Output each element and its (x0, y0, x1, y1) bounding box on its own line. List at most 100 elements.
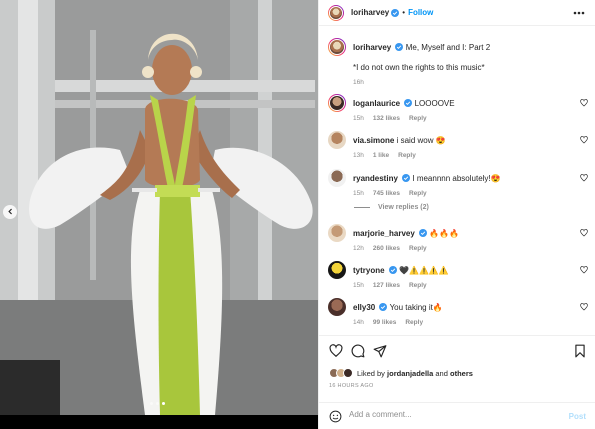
author-avatar[interactable] (328, 4, 344, 21)
reply-button[interactable]: Reply (409, 245, 427, 252)
heart-icon[interactable] (580, 99, 588, 109)
comment-text: i said wow 😍 (396, 136, 446, 145)
chevron-left-icon (7, 208, 14, 217)
comment-avatar[interactable] (328, 94, 346, 112)
comment-icon[interactable] (351, 344, 365, 360)
comment-username[interactable]: marjorie_harvey (353, 229, 415, 238)
comment-avatar[interactable] (328, 224, 346, 242)
share-icon[interactable] (373, 344, 387, 360)
comment-body: marjorie_harvey 🔥🔥🔥 12h 260 likes Reply (353, 228, 568, 254)
verified-icon (419, 229, 428, 237)
heart-icon[interactable] (580, 229, 588, 239)
comment-age: 13h (353, 152, 364, 159)
more-icon[interactable] (573, 8, 585, 17)
liker-avatar (343, 368, 353, 378)
comment-age: 12h (353, 245, 364, 252)
comment-text: You taking it🔥 (389, 303, 443, 312)
comment-avatar[interactable] (328, 131, 346, 149)
comment-meta: 15h 127 likes Reply (353, 280, 568, 291)
comment-body: tytryone 🖤⚠️⚠️⚠️⚠️ 15h 127 likes Reply (353, 265, 568, 291)
post-button[interactable]: Post (569, 412, 586, 421)
post-header: loriharvey • Follow (319, 0, 595, 26)
comment-username[interactable]: ryandestiny (353, 174, 398, 183)
comment-age: 14h (353, 319, 364, 326)
reply-button[interactable]: Reply (405, 319, 423, 326)
separator: • (402, 8, 406, 17)
photo-illustration (0, 0, 318, 415)
verified-icon (395, 43, 404, 51)
comment-likes[interactable]: 99 likes (373, 319, 397, 326)
comment-meta: 13h 1 like Reply (353, 150, 568, 161)
liked-by-and: and (435, 368, 448, 378)
caption-meta: 16h (353, 77, 568, 88)
caption-username[interactable]: loriharvey (353, 43, 391, 52)
post-media[interactable] (0, 0, 318, 429)
comment-text: LOOOOVE (414, 99, 455, 108)
comment-likes[interactable]: 260 likes (373, 245, 400, 252)
heart-icon[interactable] (329, 344, 343, 360)
comment-meta: 15h 745 likes Reply (353, 188, 568, 199)
post-panel: loriharvey • Follow loriharvey Me, Mysel… (318, 0, 595, 429)
comment-body: ryandestiny I meannnn absolutely!😍 15h 74… (353, 173, 568, 199)
comment-username[interactable]: via.simone (353, 136, 394, 145)
bookmark-icon[interactable] (574, 344, 586, 360)
caption-note: *I do not own the rights to this music* (353, 63, 485, 72)
author-username[interactable]: loriharvey (351, 8, 389, 17)
comment-body: elly30 You taking it🔥 14h 99 likes Reply (353, 302, 568, 328)
comment-body: via.simone i said wow 😍 13h 1 like Reply (353, 135, 568, 161)
comment-age: 15h (353, 115, 364, 122)
follow-button[interactable]: Follow (408, 8, 433, 17)
comment-likes[interactable]: 745 likes (373, 190, 400, 197)
comment-age: 15h (353, 282, 364, 289)
comment-age: 15h (353, 190, 364, 197)
carousel-dot (150, 402, 153, 405)
comment-body: loganlaurice LOOOOVE 15h 132 likes Reply (353, 98, 568, 124)
comment-likes[interactable]: 1 like (373, 152, 389, 159)
comment-avatar[interactable] (328, 261, 346, 279)
reply-button[interactable]: Reply (409, 282, 427, 289)
caption-avatar[interactable] (328, 38, 346, 56)
comments-list[interactable]: loriharvey Me, Myself and I: Part 2 *I d… (319, 30, 595, 335)
comment-username[interactable]: tytryone (353, 266, 385, 275)
caption-age: 16h (353, 79, 364, 86)
comment-text: I meannnn absolutely!😍 (412, 174, 501, 183)
comment-username[interactable]: elly30 (353, 303, 375, 312)
carousel-dots (150, 402, 165, 405)
add-comment-bar: Post (319, 402, 595, 429)
liked-by-user[interactable]: jordanjadella (387, 369, 433, 378)
view-replies-label: View replies (2) (378, 204, 429, 211)
comment-input[interactable] (349, 410, 549, 419)
verified-icon (404, 99, 413, 107)
liked-by: Liked by jordanjadella and others (329, 368, 473, 378)
post-actions: Liked by jordanjadella and others 16 HOU… (319, 335, 595, 429)
reply-button[interactable]: Reply (409, 190, 427, 197)
reply-button[interactable]: Reply (409, 115, 427, 122)
post-photo (0, 0, 318, 415)
verified-icon (388, 266, 397, 274)
previous-button[interactable] (3, 205, 17, 219)
comment-avatar[interactable] (328, 169, 346, 187)
liked-by-others[interactable]: others (450, 369, 473, 378)
post-timestamp: 16 HOURS AGO (329, 383, 374, 389)
reply-button[interactable]: Reply (398, 152, 416, 159)
carousel-dot (156, 402, 159, 405)
comment-likes[interactable]: 132 likes (373, 115, 400, 122)
verified-icon (402, 174, 411, 182)
heart-icon[interactable] (580, 303, 588, 313)
heart-icon[interactable] (580, 174, 588, 184)
comment-meta: 12h 260 likes Reply (353, 243, 568, 254)
heart-icon[interactable] (580, 136, 588, 146)
caption-body: loriharvey Me, Myself and I: Part 2 *I d… (353, 42, 568, 88)
comment-meta: 14h 99 likes Reply (353, 317, 568, 328)
view-replies-button[interactable]: View replies (2) (354, 204, 429, 211)
carousel-dot-active (162, 402, 165, 405)
comment-likes[interactable]: 127 likes (373, 282, 400, 289)
comment-text: 🔥🔥🔥 (429, 229, 460, 238)
emoji-icon[interactable] (329, 410, 342, 425)
comment-avatar[interactable] (328, 298, 346, 316)
comment-username[interactable]: loganlaurice (353, 99, 400, 108)
heart-icon[interactable] (580, 266, 588, 276)
comment-text: 🖤⚠️⚠️⚠️⚠️ (399, 266, 449, 275)
caption-text: Me, Myself and I: Part 2 (405, 43, 491, 52)
verified-icon (379, 303, 388, 311)
